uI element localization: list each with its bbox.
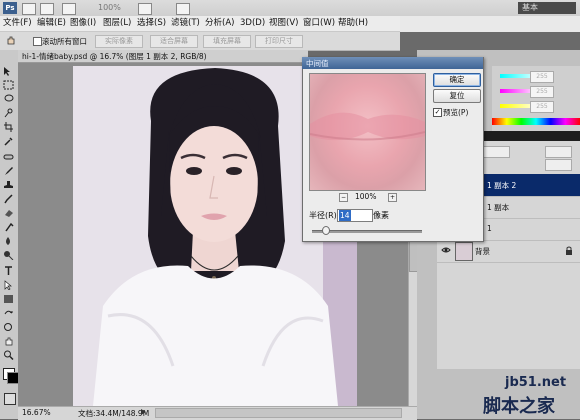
- bridge-icon[interactable]: [22, 3, 36, 15]
- fill-screen-button[interactable]: 填充屏幕: [203, 35, 251, 48]
- marquee-tool-icon[interactable]: [3, 80, 14, 90]
- print-size-button[interactable]: 打印尺寸: [255, 35, 303, 48]
- menu-edit[interactable]: 编辑(E): [37, 17, 66, 30]
- color-spectrum-ramp[interactable]: [492, 118, 580, 125]
- lasso-tool-icon[interactable]: [3, 94, 14, 104]
- move-tool-icon[interactable]: [3, 66, 14, 76]
- watermark-url: jb51.net: [505, 375, 567, 390]
- color-field-r[interactable]: 255: [530, 71, 554, 83]
- menu-layer[interactable]: 图层(L): [103, 17, 131, 30]
- radius-label: 半径(R):: [309, 211, 340, 220]
- reset-button[interactable]: 复位: [433, 89, 481, 103]
- document-title: hi-1-情绪baby.psd @ 16.7% (图层 1 副本 2, RGB/…: [22, 52, 207, 61]
- preview-checkbox[interactable]: ✓: [433, 108, 442, 117]
- status-zoom[interactable]: 16.67%: [22, 408, 51, 417]
- app-title-row: [0, 0, 580, 16]
- dialog-title: 中间值: [306, 59, 329, 68]
- color-field-g[interactable]: 255: [530, 86, 554, 98]
- layer-name: 1: [487, 224, 492, 233]
- zoom-out-button[interactable]: −: [339, 193, 348, 202]
- layer-opacity-field[interactable]: [545, 146, 572, 158]
- layer-name: 背景: [475, 247, 490, 256]
- radius-value: 14: [339, 210, 351, 221]
- layer-name: 1 副本 2: [487, 181, 517, 190]
- status-doc-size: 文档:34.4M/148.9M: [78, 409, 150, 418]
- zoom-in-button[interactable]: +: [388, 193, 397, 202]
- history-brush-tool-icon[interactable]: [3, 194, 14, 204]
- hand-tool-side-icon[interactable]: [3, 336, 14, 346]
- menu-analysis[interactable]: 分析(A): [205, 17, 234, 30]
- zoom-tool-icon[interactable]: [3, 350, 14, 361]
- radius-unit-label: 像素: [373, 211, 389, 220]
- clone-stamp-tool-icon[interactable]: [3, 180, 14, 190]
- quick-select-tool-icon[interactable]: [3, 108, 14, 118]
- layers-panel-tabs[interactable]: [483, 131, 580, 141]
- watermark-site-name: 脚本之家: [483, 396, 555, 417]
- layer-row-background[interactable]: 背景: [437, 240, 580, 263]
- ok-button[interactable]: 确定: [433, 73, 481, 87]
- zoom-level-display[interactable]: 100%: [98, 3, 121, 12]
- arrange-documents-icon[interactable]: [138, 3, 152, 15]
- fit-screen-button[interactable]: 适合屏幕: [150, 35, 198, 48]
- hand-tool-icon[interactable]: [5, 35, 17, 46]
- menu-help[interactable]: 帮助(H): [338, 17, 368, 30]
- type-tool-icon[interactable]: [3, 266, 14, 276]
- eraser-tool-icon[interactable]: [3, 208, 14, 218]
- blur-tool-icon[interactable]: [3, 236, 14, 246]
- layer-blend-mode[interactable]: [483, 146, 510, 158]
- radius-input[interactable]: 14: [337, 209, 373, 222]
- menu-filter[interactable]: 滤镜(T): [171, 17, 200, 30]
- tools-panel: [0, 50, 19, 419]
- shape-tool-icon[interactable]: [3, 294, 14, 304]
- menu-select[interactable]: 选择(S): [137, 17, 166, 30]
- quick-mask-icon[interactable]: [4, 393, 16, 405]
- photoshop-logo: Ps: [3, 2, 17, 14]
- minibridge-icon[interactable]: [40, 3, 54, 15]
- actual-pixels-button[interactable]: 实际像素: [95, 35, 143, 48]
- preview-zoom-level: 100%: [355, 192, 377, 201]
- radius-slider-thumb[interactable]: [322, 226, 330, 235]
- scroll-all-label: 滚动所有窗口: [42, 37, 87, 46]
- menu-window[interactable]: 窗口(W): [303, 17, 335, 30]
- menu-3d[interactable]: 3D(D): [240, 17, 265, 30]
- menu-image[interactable]: 图像(I): [70, 17, 96, 30]
- menu-view[interactable]: 视图(V): [269, 17, 298, 30]
- crop-tool-icon[interactable]: [3, 122, 14, 132]
- scroll-all-checkbox[interactable]: [33, 37, 42, 46]
- filter-preview[interactable]: [309, 73, 426, 191]
- gradient-tool-icon[interactable]: [3, 222, 14, 232]
- status-arrow-icon[interactable]: [140, 408, 147, 416]
- 3d-rotate-tool-icon[interactable]: [3, 308, 14, 318]
- preview-checkbox-label: 预览(P): [443, 108, 469, 117]
- layer-thumbnail: [455, 242, 473, 261]
- 3d-camera-tool-icon[interactable]: [3, 322, 14, 332]
- dialog-title-bar[interactable]: [302, 57, 483, 69]
- eye-visibility-icon[interactable]: [441, 246, 451, 254]
- dodge-tool-icon[interactable]: [3, 250, 14, 261]
- healing-brush-tool-icon[interactable]: [3, 152, 14, 162]
- horizontal-scrollbar[interactable]: [155, 408, 402, 418]
- path-selection-tool-icon[interactable]: [3, 280, 14, 291]
- hand-view-icon[interactable]: [62, 3, 76, 15]
- screen-mode-icon[interactable]: [176, 3, 190, 15]
- layer-name: 1 副本: [487, 203, 510, 212]
- color-field-b[interactable]: 255: [530, 101, 554, 113]
- workspace-switcher[interactable]: 基本: [518, 2, 576, 14]
- eyedropper-tool-icon[interactable]: [3, 136, 14, 146]
- brush-tool-icon[interactable]: [3, 166, 14, 176]
- menu-file[interactable]: 文件(F): [3, 17, 32, 30]
- lock-icon: [565, 246, 573, 255]
- layer-fill-field[interactable]: [545, 159, 572, 171]
